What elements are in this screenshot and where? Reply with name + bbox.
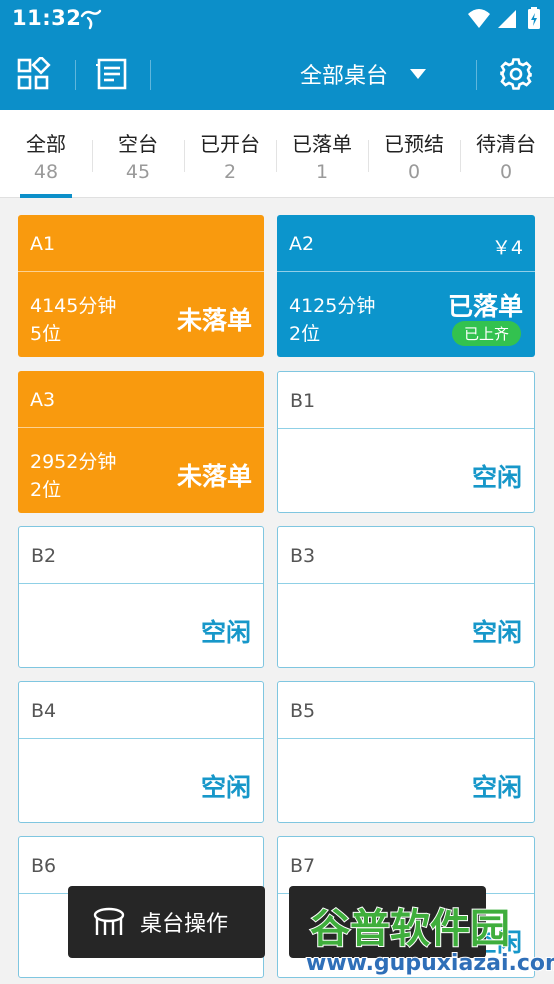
chevron-down-icon xyxy=(410,69,427,79)
table-seats: 2位 xyxy=(30,479,62,501)
table-operations-button[interactable]: 桌台操作 xyxy=(68,886,265,958)
settings-button[interactable] xyxy=(486,38,546,110)
table-status: 空闲 xyxy=(200,773,251,802)
grid-view-button[interactable] xyxy=(4,38,64,110)
tab-label: 已落单 xyxy=(292,132,352,156)
table-card-b4[interactable]: B4 空闲 xyxy=(18,681,264,823)
tab-count: 45 xyxy=(125,161,151,183)
watermark: 谷普软件园 www.gupuxiazai.com xyxy=(305,905,554,977)
table-card-a2[interactable]: A2 ￥4 4125分钟 2位 已落单 已上齐 xyxy=(277,215,535,357)
orders-button[interactable] xyxy=(82,38,142,110)
tab-label: 待清台 xyxy=(476,132,536,156)
table-icon xyxy=(93,907,125,935)
table-name: B4 xyxy=(31,700,57,722)
orders-icon xyxy=(96,58,127,90)
tab-count: 48 xyxy=(33,161,59,183)
table-name: A1 xyxy=(30,233,56,255)
table-grid: A1 4145分钟 5位 未落单 A2 ￥4 4125分钟 2位 已落单 已上齐… xyxy=(0,198,554,984)
table-card-b3[interactable]: B3 空闲 xyxy=(277,526,535,668)
table-filter-dropdown[interactable]: 全部桌台 xyxy=(300,38,470,110)
table-card-a1[interactable]: A1 4145分钟 5位 未落单 xyxy=(18,215,264,357)
table-status: 未落单 xyxy=(176,462,252,491)
tab-prebilled[interactable]: 已预结 0 xyxy=(368,110,460,198)
table-duration: 2952分钟 xyxy=(30,451,117,473)
signal-icon xyxy=(498,10,516,28)
table-status: 空闲 xyxy=(471,773,522,802)
gear-icon xyxy=(500,58,532,90)
served-badge: 已上齐 xyxy=(451,321,521,346)
table-duration: 4145分钟 xyxy=(30,295,117,317)
table-status: 空闲 xyxy=(200,618,251,647)
tab-to-clean[interactable]: 待清台 0 xyxy=(460,110,552,198)
tab-count: 2 xyxy=(223,161,237,183)
table-name: B7 xyxy=(290,855,316,877)
watermark-url: www.gupuxiazai.com xyxy=(306,951,554,976)
table-operations-label: 桌台操作 xyxy=(140,912,229,937)
table-card-a3[interactable]: A3 2952分钟 2位 未落单 xyxy=(18,371,264,513)
app-bar: 全部桌台 xyxy=(0,38,554,110)
table-name: B5 xyxy=(290,700,316,722)
tab-opened[interactable]: 已开台 2 xyxy=(184,110,276,198)
table-status: 空闲 xyxy=(471,618,522,647)
table-name: B2 xyxy=(31,545,57,567)
table-card-b2[interactable]: B2 空闲 xyxy=(18,526,264,668)
table-duration: 4125分钟 xyxy=(289,295,376,317)
notification-icon xyxy=(80,9,102,30)
system-icons xyxy=(468,7,540,29)
table-name: B3 xyxy=(290,545,316,567)
tab-count: 0 xyxy=(499,161,513,183)
table-status: 空闲 xyxy=(471,463,522,492)
table-card-b1[interactable]: B1 空闲 xyxy=(277,371,535,513)
battery-icon xyxy=(528,7,540,29)
tab-ordered[interactable]: 已落单 1 xyxy=(276,110,368,198)
status-bar: 11:32 xyxy=(0,0,554,38)
table-amount: ￥4 xyxy=(491,237,523,259)
watermark-title: 谷普软件园 xyxy=(310,906,510,952)
table-seats: 5位 xyxy=(30,323,62,345)
table-seats: 2位 xyxy=(289,323,321,345)
clock: 11:32 xyxy=(12,6,82,30)
tab-label: 已开台 xyxy=(200,132,260,156)
tab-label: 已预结 xyxy=(384,132,444,156)
tab-label: 空台 xyxy=(118,132,158,156)
tab-count: 1 xyxy=(315,161,329,183)
table-name: A2 xyxy=(289,233,315,255)
table-name: B1 xyxy=(290,390,316,412)
table-status: 未落单 xyxy=(176,306,252,335)
tab-count: 0 xyxy=(407,161,421,183)
grid-icon xyxy=(17,57,51,90)
table-name: A3 xyxy=(30,389,56,411)
wifi-icon xyxy=(468,9,490,28)
table-card-b5[interactable]: B5 空闲 xyxy=(277,681,535,823)
tab-vacant[interactable]: 空台 45 xyxy=(92,110,184,198)
table-status: 已落单 xyxy=(447,292,523,321)
filter-label: 全部桌台 xyxy=(300,64,389,89)
status-tabs: 全部 48 空台 45 已开台 2 已落单 1 已预结 0 待清台 0 xyxy=(0,110,554,198)
table-name: B6 xyxy=(31,855,57,877)
tab-all[interactable]: 全部 48 xyxy=(0,110,92,198)
tab-label: 全部 xyxy=(26,132,66,156)
